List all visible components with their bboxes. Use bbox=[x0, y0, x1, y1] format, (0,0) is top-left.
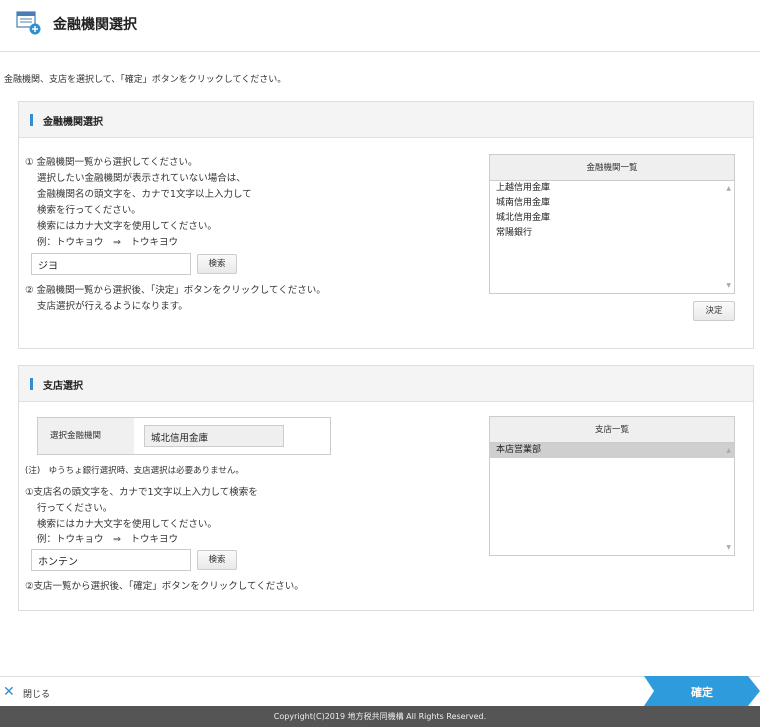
intro-text: 金融機関、支店を選択して、「確定」ボタンをクリックしてください。 bbox=[4, 75, 287, 85]
bank-instruction-7: ② 金融機関一覧から選択後、「決定」ボタンをクリックしてください。 bbox=[25, 285, 326, 296]
branch-search-button[interactable]: 検索 bbox=[197, 550, 237, 570]
bank-list-items: 上越信用金庫 城南信用金庫 城北信用金庫 常陽銀行 bbox=[490, 181, 734, 241]
branch-selection-panel: 支店選択 選択金融機関 城北信用金庫 (注) ゆうちょ銀行選択時、支店選択は必要… bbox=[18, 365, 754, 611]
bank-document-plus-icon bbox=[16, 10, 42, 36]
bank-instruction-5: 検索にはカナ大文字を使用してください。 bbox=[37, 221, 217, 232]
bank-instruction-3: 金融機関名の頭文字を、カナで1文字以上入力して bbox=[37, 189, 252, 200]
bank-list-header: 金融機関一覧 bbox=[490, 155, 734, 181]
branch-instruction-2: 行ってください。 bbox=[37, 503, 113, 514]
list-item[interactable]: 城北信用金庫 bbox=[490, 211, 734, 226]
bank-panel-header: 金融機関選択 bbox=[19, 102, 753, 138]
branch-list[interactable]: 支店一覧 本店営業部 ▲ ▼ bbox=[489, 416, 735, 556]
branch-instruction-5: ②支店一覧から選択後、「確定」ボタンをクリックしてください。 bbox=[25, 581, 304, 592]
bank-search-input[interactable] bbox=[31, 253, 191, 275]
bank-instruction-1: ① 金融機関一覧から選択してください。 bbox=[25, 157, 198, 168]
branch-instruction-1: ①支店名の頭文字を、カナで1文字以上入力して検索を bbox=[25, 487, 258, 498]
page-title: 金融機関選択 bbox=[53, 17, 137, 33]
branch-list-header: 支店一覧 bbox=[490, 417, 734, 443]
bank-instruction-2: 選択したい金融機関が表示されていない場合は、 bbox=[37, 173, 246, 184]
bank-instruction-8: 支店選択が行えるようになります。 bbox=[37, 301, 188, 312]
decide-button[interactable]: 決定 bbox=[693, 301, 735, 321]
scroll-down-icon[interactable]: ▼ bbox=[726, 282, 731, 289]
copyright: Copyright(C)2019 地方税共同機構 All Rights Rese… bbox=[0, 706, 760, 727]
section-marker bbox=[30, 114, 33, 126]
bank-selection-panel: 金融機関選択 ① 金融機関一覧から選択してください。 選択したい金融機関が表示さ… bbox=[18, 101, 754, 349]
list-item[interactable]: 上越信用金庫 bbox=[490, 181, 734, 196]
list-item[interactable]: 本店営業部 bbox=[490, 443, 734, 458]
close-button[interactable]: 閉じる bbox=[23, 687, 50, 700]
branch-instruction-3: 検索にはカナ大文字を使用してください。 bbox=[37, 519, 217, 530]
scroll-up-icon[interactable]: ▲ bbox=[726, 185, 731, 192]
selected-bank-box: 選択金融機関 城北信用金庫 bbox=[37, 417, 331, 455]
branch-panel-header: 支店選択 bbox=[19, 366, 753, 402]
scroll-up-icon[interactable]: ▲ bbox=[726, 447, 731, 454]
bank-instruction-4: 検索を行ってください。 bbox=[37, 205, 141, 216]
selected-bank-label: 選択金融機関 bbox=[38, 418, 134, 454]
list-item[interactable]: 常陽銀行 bbox=[490, 226, 734, 241]
scroll-down-icon[interactable]: ▼ bbox=[726, 544, 731, 551]
confirm-label: 確定 bbox=[691, 686, 713, 699]
branch-panel-title: 支店選択 bbox=[43, 381, 83, 392]
section-marker bbox=[30, 378, 33, 390]
branch-search-input[interactable] bbox=[31, 549, 191, 571]
bank-list[interactable]: 金融機関一覧 上越信用金庫 城南信用金庫 城北信用金庫 常陽銀行 ▲ ▼ bbox=[489, 154, 735, 294]
yucho-note: (注) ゆうちょ銀行選択時、支店選択は必要ありません。 bbox=[25, 466, 244, 476]
list-item[interactable]: 城南信用金庫 bbox=[490, 196, 734, 211]
bank-instruction-6: 例：トウキョウ ⇒ トウキヨウ bbox=[37, 237, 178, 248]
branch-list-items: 本店営業部 bbox=[490, 443, 734, 458]
close-icon[interactable]: ✕ bbox=[3, 684, 15, 700]
branch-instruction-4: 例：トウキョウ ⇒ トウキヨウ bbox=[37, 534, 178, 545]
page-header: 金融機関選択 bbox=[0, 0, 760, 52]
bank-search-button[interactable]: 検索 bbox=[197, 254, 237, 274]
selected-bank-value: 城北信用金庫 bbox=[144, 425, 284, 447]
confirm-button[interactable]: 確定 bbox=[644, 676, 760, 706]
bank-panel-title: 金融機関選択 bbox=[43, 117, 103, 128]
